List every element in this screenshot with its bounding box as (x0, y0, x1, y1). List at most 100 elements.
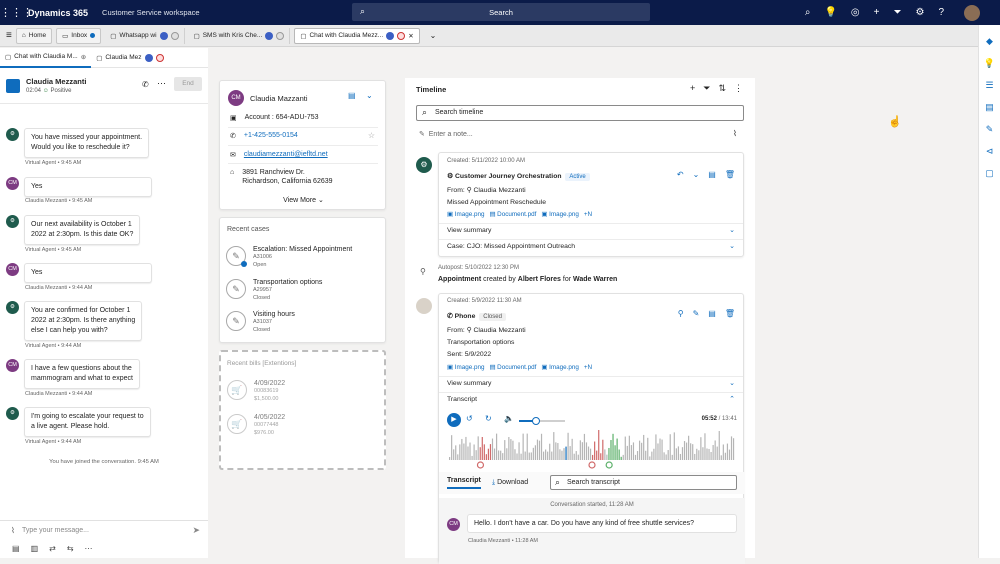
open-record-icon[interactable]: ▤ (708, 170, 716, 179)
transfer-icon[interactable]: ⇆ (67, 544, 74, 553)
view-summary-toggle[interactable]: View summary (447, 227, 491, 234)
chevron-down-icon[interactable]: ⌄ (729, 242, 735, 250)
attachment-link[interactable]: ▤ Document.pdf (489, 364, 536, 371)
edit-icon[interactable]: ✎ (979, 124, 1000, 135)
consult-icon[interactable]: ⇄ (49, 544, 56, 553)
sort-icon[interactable]: ⇅ (718, 83, 726, 94)
help-icon[interactable]: ? (938, 7, 944, 18)
attachment-link[interactable]: ▣ Image.png (447, 211, 484, 218)
user-avatar[interactable] (964, 4, 980, 21)
knowledge-icon[interactable]: ▤ (979, 102, 1000, 113)
case-item[interactable]: ✎ Visiting hours A31037 Closed (226, 311, 295, 334)
case-item[interactable]: ✎ Escalation: Missed Appointment A31006 Op… (226, 246, 352, 269)
attach-icon[interactable]: ⌇ (733, 129, 737, 138)
case-item[interactable]: ✎ Transportation options A29957 Closed (226, 279, 322, 302)
timeline-search-input[interactable]: ⌕ Search timeline (416, 105, 744, 121)
volume-slider[interactable] (519, 417, 565, 425)
message-input[interactable]: Type your message... (22, 527, 89, 534)
copilot-icon[interactable]: ◆ (979, 36, 1000, 47)
note-input[interactable]: ✎ Enter a note... (419, 130, 473, 138)
filter-icon[interactable]: ⏷ (893, 7, 901, 18)
lightbulb-icon[interactable]: 💡 (824, 7, 836, 18)
chevron-down-icon[interactable]: ⌄ (729, 379, 735, 387)
gear-icon[interactable]: ⚙ (915, 7, 924, 18)
attachment-link[interactable]: ▣ Image.png (541, 211, 578, 218)
lightbulb-icon[interactable]: 💡 (979, 58, 1000, 69)
attachment-link[interactable]: ▣ Image.png (447, 364, 484, 371)
add-icon[interactable]: + (874, 7, 880, 18)
related-case[interactable]: Case: CJO: Missed Appointment Outreach (447, 243, 575, 250)
task-icon[interactable]: ◎ (851, 7, 860, 18)
play-button[interactable]: ▶ (447, 413, 461, 427)
rewind-icon[interactable]: ↺ (466, 414, 473, 423)
filter-icon[interactable]: ⏷ (703, 83, 710, 94)
notes-icon[interactable]: ▥ (31, 544, 39, 553)
autopost-target[interactable]: Wade Warren (573, 276, 617, 283)
email-link[interactable]: claudiamezzanti@iefltd.net (244, 151, 328, 158)
tab-sms[interactable]: ▢ SMS with Kris Che... (189, 27, 291, 44)
volume-slider-thumb[interactable] (532, 417, 540, 425)
assign-icon[interactable]: ⚲ (678, 309, 684, 318)
close-icon[interactable]: ✕ (408, 32, 413, 40)
contact-name[interactable]: Claudia Mazzanti (250, 94, 308, 103)
phone-link[interactable]: +1-425-555-0154 (244, 132, 298, 139)
add-icon[interactable]: + (690, 83, 695, 94)
tab-chat-claudia[interactable]: ▢ Chat with Claudia Mezz... ✕ (294, 27, 420, 44)
tab-home[interactable]: ⌂ Home (15, 27, 53, 44)
app-launcher-icon[interactable]: ⋮⋮⋮ (0, 6, 33, 19)
timeline-entry[interactable]: Created: 5/9/2022 11:30 AM ✆ Phone Close… (438, 293, 745, 564)
timeline-entry[interactable]: Created: 5/11/2022 10:00 AM ⚙ Customer J… (438, 152, 744, 257)
list-icon[interactable]: ☰ (979, 80, 1000, 91)
subtab-contact[interactable]: ▢ Claudia Mez (91, 48, 168, 68)
app-name[interactable]: Dynamics 365 (28, 8, 88, 18)
bill-item[interactable]: 🛒 4/09/2022 00083619 $1,500.00 (227, 380, 285, 403)
sentiment-marker[interactable] (588, 461, 596, 469)
attachment-link[interactable]: ▤ Document.pdf (489, 211, 536, 218)
more-attachments-link[interactable]: +N (584, 364, 592, 371)
volume-icon[interactable]: 🔈 (504, 414, 514, 423)
edit-icon[interactable]: ✎ (693, 309, 700, 318)
sentiment-marker[interactable] (605, 461, 613, 469)
end-button[interactable]: End (174, 77, 202, 91)
attach-icon[interactable]: ⌇ (11, 526, 15, 535)
transcript-header[interactable]: Transcript (447, 396, 477, 403)
more-attachments-link[interactable]: +N (584, 211, 592, 218)
delete-icon[interactable]: 🗑 (725, 309, 735, 318)
pin-icon[interactable]: ⊕ (81, 53, 86, 61)
attachment-link[interactable]: ▣ Image.png (541, 364, 578, 371)
quick-reply-icon[interactable]: ▤ (12, 544, 20, 553)
more-options-icon[interactable]: ⋮ (734, 83, 743, 94)
chat-icon[interactable]: ▢ (979, 168, 1000, 179)
download-button[interactable]: ⤓ Download (492, 479, 528, 487)
chevron-down-icon[interactable]: ⌄ (729, 226, 735, 234)
audio-waveform[interactable] (439, 430, 745, 462)
forward-icon[interactable]: ↻ (485, 414, 492, 423)
search-icon[interactable]: ⌕ (805, 7, 811, 18)
chevron-down-icon[interactable]: ⌄ (430, 31, 437, 40)
bill-item[interactable]: 🛒 4/05/2022 00077448 $976.00 (227, 414, 285, 437)
more-options-icon[interactable]: ⋯ (157, 78, 166, 89)
global-search[interactable]: ⌕ Search (352, 3, 650, 21)
view-summary-toggle[interactable]: View summary (447, 380, 491, 387)
subtab-chat[interactable]: ▢ Chat with Claudia M... ⊕ (0, 48, 92, 68)
more-options-icon[interactable]: ⋯ (85, 544, 93, 553)
open-record-icon[interactable]: ▤ (708, 309, 716, 318)
phone-icon[interactable]: ✆ (142, 80, 149, 89)
chevron-down-icon[interactable]: ⌄ (693, 170, 700, 179)
tab-inbox[interactable]: ▭ Inbox (56, 27, 102, 44)
chevron-up-icon[interactable]: ⌃ (729, 395, 735, 403)
star-icon[interactable]: ☆ (368, 131, 375, 140)
view-more-button[interactable]: View More ⌄ (220, 196, 387, 204)
delete-icon[interactable]: 🗑 (725, 170, 735, 179)
reply-icon[interactable]: ↶ (677, 170, 684, 179)
send-icon[interactable]: ➤ (192, 525, 200, 536)
from-name[interactable]: Claudia Mezzanti (474, 187, 526, 194)
contact-card-icon[interactable]: ▤ (348, 91, 356, 100)
from-name[interactable]: Claudia Mezzanti (474, 327, 526, 334)
chevron-down-icon[interactable]: ⌄ (366, 91, 373, 100)
tab-transcript[interactable]: Transcript (447, 477, 481, 489)
tab-whatsapp[interactable]: ▢ Whatsapp wi (105, 27, 185, 44)
megaphone-icon[interactable]: ⊲ (979, 146, 1000, 157)
sentiment-marker[interactable] (476, 461, 485, 469)
transcript-search-input[interactable]: ⌕ Search transcript (550, 475, 737, 490)
